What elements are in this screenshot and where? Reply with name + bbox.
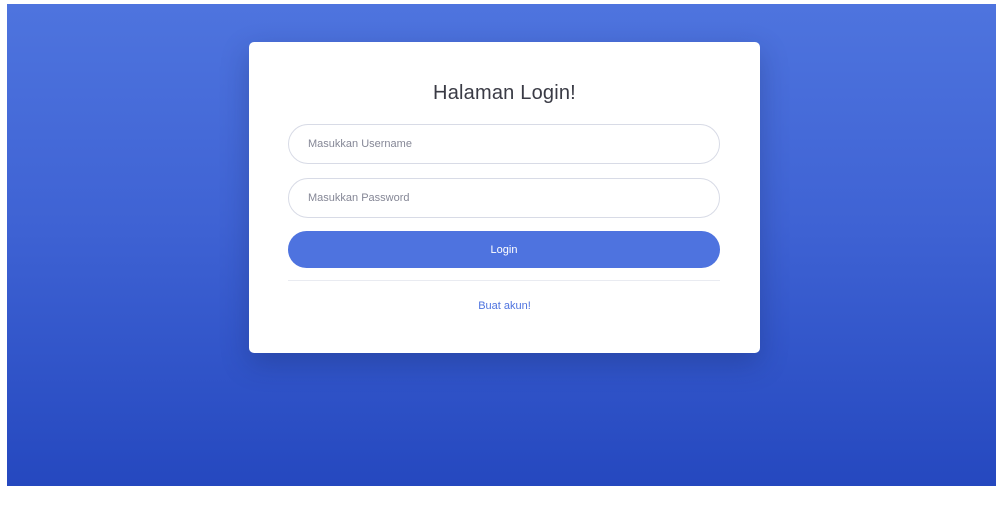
password-input[interactable]	[288, 178, 720, 218]
page-title: Halaman Login!	[433, 82, 576, 104]
username-input[interactable]	[288, 124, 720, 164]
login-card: Halaman Login! Login Buat akun!	[249, 42, 760, 353]
create-account-link[interactable]: Buat akun!	[478, 300, 531, 312]
login-button[interactable]: Login	[288, 231, 720, 268]
divider	[288, 280, 720, 281]
register-link-container: Buat akun!	[249, 300, 760, 312]
